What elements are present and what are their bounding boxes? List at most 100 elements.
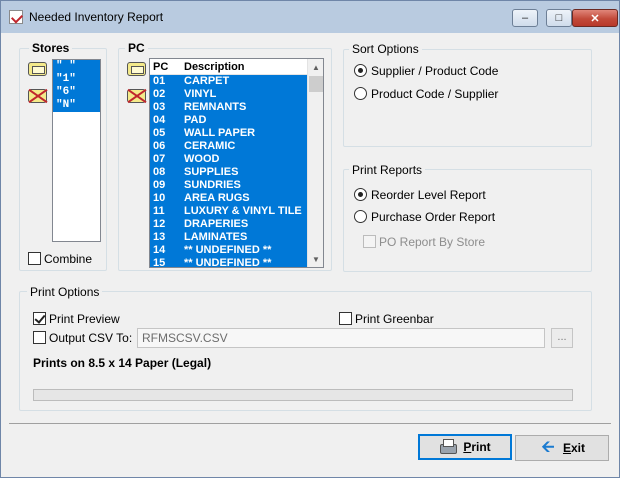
close-button[interactable]: ✕ [572,9,618,27]
pc-code-cell: 14 [153,244,166,256]
pc-row[interactable]: 02 VINYL [150,88,307,101]
pc-description-cell: LAMINATES [184,231,248,243]
pc-active-icon [127,62,146,76]
print-button[interactable]: Print [418,434,512,460]
pc-code-cell: 03 [153,101,166,113]
pc-description-cell: DRAPERIES [184,218,249,230]
pc-code-cell: 13 [153,231,166,243]
sort-supplier-product-radio[interactable] [354,64,367,77]
printer-icon [439,439,458,455]
pc-list-header: PC Description [150,59,307,75]
pc-row[interactable]: 08 SUPPLIES [150,166,307,179]
pc-row[interactable]: 09 SUNDRIES [150,179,307,192]
store-active-icon [28,62,47,76]
pc-row[interactable]: 05 WALL PAPER [150,127,307,140]
pc-description-cell: VINYL [184,88,217,100]
pc-code-cell: 09 [153,179,166,191]
print-preview-label[interactable]: Print Preview [49,312,120,326]
sort-product-supplier-radio[interactable] [354,87,367,100]
pc-description-cell: ** UNDEFINED ** [184,244,272,256]
pc-description-cell: LUXURY & VINYL TILE [184,205,302,217]
pc-row[interactable]: 01 CARPET [150,75,307,88]
pc-description-cell: CARPET [184,75,230,87]
pc-vertical-scrollbar[interactable]: ▲ ▼ [307,59,323,267]
reorder-level-radio[interactable] [354,188,367,201]
needed-inventory-window: Needed Inventory Report – □ ✕ Stores " "… [0,0,620,478]
print-greenbar-checkbox[interactable] [339,312,352,325]
pc-code-cell: 02 [153,88,166,100]
print-options-title: Print Options [27,285,103,299]
combine-label: Combine [44,252,93,266]
pc-row[interactable]: 06 CERAMIC [150,140,307,153]
scroll-down-icon[interactable]: ▼ [308,251,323,267]
pc-code-cell: 07 [153,153,166,165]
pc-description-cell: REMNANTS [184,101,247,113]
combine-checkbox[interactable] [28,252,41,265]
window-title: Needed Inventory Report [29,10,164,24]
pc-code-cell: 06 [153,140,166,152]
pc-row[interactable]: 07 WOOD [150,153,307,166]
pc-code-cell: 01 [153,75,166,87]
footer-divider [9,423,611,424]
po-by-store-checkbox[interactable] [363,235,376,248]
browse-button[interactable]: ... [551,328,573,348]
pc-description-cell: WOOD [184,153,220,165]
pc-row[interactable]: 13 LAMINATES [150,231,307,244]
pc-code-cell: 04 [153,114,166,126]
pc-description-cell: SUNDRIES [184,179,241,191]
minimize-button[interactable]: – [512,9,538,27]
store-item[interactable]: "6" [53,86,100,99]
description-col-header[interactable]: Description [184,61,245,73]
sort-supplier-product-label[interactable]: Supplier / Product Code [371,64,498,78]
print-button-label: Print [463,440,491,454]
pc-col-header[interactable]: PC [153,61,168,73]
pc-row[interactable]: 10 AREA RUGS [150,192,307,205]
pc-excluded-icon [127,89,146,103]
reorder-level-label[interactable]: Reorder Level Report [371,188,486,202]
stores-listbox[interactable]: " " "1" "6" "N" [52,59,101,242]
pc-code-cell: 11 [153,205,165,217]
store-excluded-icon [28,89,47,103]
pc-listbox[interactable]: PC Description 01 CARPET 02 VINYL 03 REMNANTS… [149,58,324,268]
pc-description-cell: ** UNDEFINED ** [184,257,272,268]
pc-row[interactable]: 15 ** UNDEFINED ** [150,257,307,268]
sort-product-supplier-label[interactable]: Product Code / Supplier [371,87,498,101]
pc-row[interactable]: 04 PAD [150,114,307,127]
purchase-order-label[interactable]: Purchase Order Report [371,210,495,224]
scroll-up-icon[interactable]: ▲ [308,59,323,75]
print-reports-title: Print Reports [349,163,426,177]
pc-code-cell: 10 [153,192,166,204]
pc-group-title: PC [125,41,148,55]
back-arrow-icon: 🡨 [541,439,555,456]
print-preview-checkbox[interactable] [33,312,46,325]
print-greenbar-label[interactable]: Print Greenbar [355,312,434,326]
pc-description-cell: WALL PAPER [184,127,256,139]
scroll-thumb[interactable] [309,76,323,92]
store-item[interactable]: " " [53,60,100,73]
pc-code-cell: 12 [153,218,166,230]
pc-row[interactable]: 03 REMNANTS [150,101,307,114]
pc-row[interactable]: 11 LUXURY & VINYL TILE [150,205,307,218]
store-item[interactable]: "1" [53,73,100,86]
output-csv-label[interactable]: Output CSV To: [49,331,132,345]
po-by-store-label: PO Report By Store [379,235,486,249]
store-item[interactable]: "N" [53,99,100,112]
progress-bar [33,389,573,401]
stores-group-title: Stores [29,41,73,55]
purchase-order-radio[interactable] [354,210,367,223]
pc-description-cell: AREA RUGS [184,192,250,204]
title-bar[interactable]: Needed Inventory Report – □ ✕ [1,1,619,33]
maximize-button[interactable]: □ [546,9,572,27]
output-csv-checkbox[interactable] [33,331,46,344]
pc-row[interactable]: 12 DRAPERIES [150,218,307,231]
exit-button[interactable]: 🡨 Exit [515,435,609,461]
pc-code-cell: 05 [153,127,166,139]
pc-description-cell: PAD [184,114,207,126]
pc-code-cell: 08 [153,166,166,178]
csv-filename-field[interactable]: RFMSCSV.CSV [137,328,545,348]
pc-description-cell: CERAMIC [184,140,236,152]
paper-size-note: Prints on 8.5 x 14 Paper (Legal) [33,356,212,370]
pc-code-cell: 15 [153,257,166,268]
pc-row[interactable]: 14 ** UNDEFINED ** [150,244,307,257]
app-icon [9,10,23,24]
